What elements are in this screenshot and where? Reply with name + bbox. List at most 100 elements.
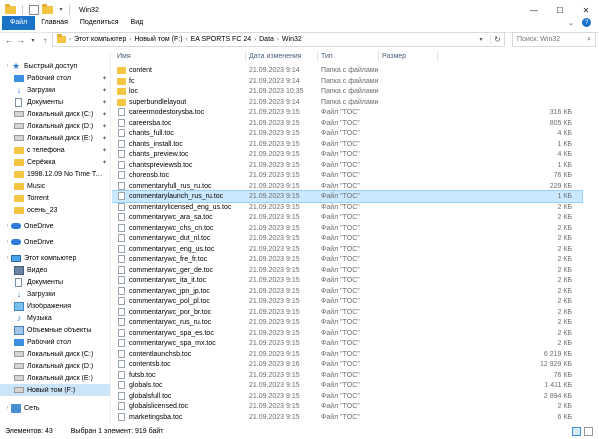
file-row[interactable]: commentarywc_fre_fr.toc 21.09.2023 9:15 Фа…: [112, 254, 582, 265]
column-header-date[interactable]: Дата изменения: [249, 53, 302, 60]
tab-home[interactable]: Главная: [35, 16, 74, 30]
column-divider[interactable]: [245, 51, 246, 62]
nav-item[interactable]: Видео: [0, 264, 110, 276]
file-row[interactable]: commentarywc_ara_sa.toc 21.09.2023 9:15 Фа…: [112, 212, 582, 223]
tab-view[interactable]: Вид: [125, 16, 150, 30]
file-row[interactable]: fc 21.09.2023 9:14 Папка с файлами: [112, 76, 582, 87]
expand-chevron-icon[interactable]: ›: [4, 63, 11, 69]
breadcrumb-drive-f[interactable]: Новый том (F:): [134, 36, 182, 43]
nav-item[interactable]: › Этот компьютер: [0, 252, 110, 264]
file-row[interactable]: globals.toc 21.09.2023 9:15 Файл "TOC" 1 41…: [112, 380, 582, 391]
nav-item[interactable]: ↓ Загрузки: [0, 288, 110, 300]
file-row[interactable]: commentarywc_jpn_jp.toc 21.09.2023 9:15 Фа…: [112, 286, 582, 297]
file-row[interactable]: globalsfull.toc 21.09.2023 9:15 Файл "TOC"…: [112, 391, 582, 402]
nav-item[interactable]: Локальный диск (C:): [0, 348, 110, 360]
breadcrumb-this-pc[interactable]: Этот компьютер: [74, 36, 126, 43]
file-row[interactable]: chants_full.toc 21.09.2023 9:15 Файл "TOC"…: [112, 128, 582, 139]
back-arrow-icon[interactable]: ←: [3, 33, 15, 47]
breadcrumb-win32[interactable]: Win32: [282, 36, 302, 43]
nav-item[interactable]: Изображения: [0, 300, 110, 312]
column-divider[interactable]: [378, 51, 379, 62]
breadcrumb-separator[interactable]: ›: [186, 37, 188, 43]
file-row[interactable]: commentaryfull_rus_ru.toc 21.09.2023 9:15…: [112, 181, 582, 192]
address-bar[interactable]: › Этот компьютер › Новый том (F:) › EA S…: [52, 32, 505, 47]
file-row[interactable]: commentarywc_ita_it.toc 21.09.2023 9:15 Фа…: [112, 275, 582, 286]
breadcrumb-separator[interactable]: ›: [277, 37, 279, 43]
file-row[interactable]: choreosb.toc 21.09.2023 9:15 Файл "TOC" 76 …: [112, 170, 582, 181]
nav-item[interactable]: › Сеть: [0, 402, 110, 414]
file-row[interactable]: commentarylicensed_eng_us.toc 21.09.2023 …: [112, 202, 582, 213]
nav-item[interactable]: осень_23: [0, 204, 110, 216]
search-box[interactable]: Поиск: Win32 ⌕: [512, 32, 596, 47]
column-divider[interactable]: [437, 51, 438, 62]
file-row[interactable]: futsb.toc 21.09.2023 9:15 Файл "TOC" 76 КБ: [112, 370, 582, 381]
nav-item[interactable]: Рабочий стол ✦: [0, 72, 110, 84]
breadcrumb-separator[interactable]: ›: [129, 37, 131, 43]
file-row[interactable]: commentarywc_spa_mx.toc 21.09.2023 9:15 Фа…: [112, 338, 582, 349]
file-row[interactable]: commentarywc_eng_us.toc 21.09.2023 9:15 Фа…: [112, 244, 582, 255]
recent-locations-icon[interactable]: ▾: [27, 33, 39, 47]
nav-item[interactable]: с телефона ✦: [0, 144, 110, 156]
file-row[interactable]: commentarywc_por_br.toc 21.09.2023 9:15 Фа…: [112, 307, 582, 318]
nav-item[interactable]: Серёжка ✦: [0, 156, 110, 168]
forward-arrow-icon[interactable]: →: [15, 33, 27, 47]
file-row[interactable]: commentarywc_dut_nl.toc 21.09.2023 9:15 Фа…: [112, 233, 582, 244]
address-history-chevron-icon[interactable]: ▾: [475, 36, 487, 43]
help-icon[interactable]: ?: [582, 18, 591, 27]
file-row[interactable]: superbundlelayout 21.09.2023 9:14 Папка с …: [112, 97, 582, 108]
file-row[interactable]: content 21.09.2023 9:14 Папка с файлами: [112, 65, 582, 76]
nav-item[interactable]: Документы ✦: [0, 96, 110, 108]
expand-chevron-icon[interactable]: ›: [4, 239, 11, 245]
file-row[interactable]: marketingsba.toc 21.09.2023 9:15 Файл "TOC…: [112, 412, 582, 423]
file-row[interactable]: careermodestorysba.toc 21.09.2023 9:15 Фай…: [112, 107, 582, 118]
nav-item[interactable]: Torrent: [0, 192, 110, 204]
nav-item[interactable]: 1998.12.09 No Time To Chill Lir: [0, 168, 110, 180]
nav-item[interactable]: Документы: [0, 276, 110, 288]
breadcrumb-separator[interactable]: ›: [254, 37, 256, 43]
expand-ribbon-icon[interactable]: ⌄: [568, 19, 574, 27]
details-view-icon[interactable]: [572, 427, 581, 436]
tab-file[interactable]: Файл: [2, 15, 36, 30]
column-divider[interactable]: [317, 51, 318, 62]
nav-item[interactable]: ↓ Загрузки ✦: [0, 84, 110, 96]
refresh-icon[interactable]: ↻: [490, 35, 504, 44]
breadcrumb-data[interactable]: Data: [259, 36, 274, 43]
pane-divider[interactable]: [110, 52, 111, 424]
file-row[interactable]: commentarywc_pol_pl.toc 21.09.2023 9:15 Фа…: [112, 296, 582, 307]
expand-chevron-icon[interactable]: ›: [4, 255, 11, 261]
nav-item[interactable]: › OneDrive: [0, 236, 110, 248]
column-header-name[interactable]: Имя: [117, 53, 131, 60]
large-icons-view-icon[interactable]: [584, 427, 593, 436]
nav-item[interactable]: Локальный диск (D:): [0, 360, 110, 372]
nav-item[interactable]: Объемные объекты: [0, 324, 110, 336]
nav-item[interactable]: Локальный диск (E:): [0, 372, 110, 384]
nav-item[interactable]: › ★ Быстрый доступ: [0, 60, 110, 72]
file-row[interactable]: commentarywc_rus_ru.toc 21.09.2023 9:15 Фа…: [112, 317, 582, 328]
file-row[interactable]: commentarylaunch_rus_ru.toc 21.09.2023 9:…: [112, 190, 583, 203]
nav-item[interactable]: Новый том (F:): [0, 384, 110, 396]
tab-share[interactable]: Поделиться: [74, 16, 125, 30]
expand-chevron-icon[interactable]: ›: [4, 223, 11, 229]
file-row[interactable]: commentarywc_chs_cn.toc 21.09.2023 9:15 Фа…: [112, 223, 582, 234]
file-row[interactable]: globalslicensed.toc 21.09.2023 9:15 Файл "…: [112, 401, 582, 412]
file-row[interactable]: contentsb.toc 21.09.2023 9:16 Файл "TOC" 12…: [112, 359, 582, 370]
nav-item[interactable]: Локальный диск (E:) ✦: [0, 132, 110, 144]
nav-item[interactable]: Рабочий стол: [0, 336, 110, 348]
expand-chevron-icon[interactable]: ›: [4, 405, 11, 411]
file-row[interactable]: chants_install.toc 21.09.2023 9:15 Файл "T…: [112, 139, 582, 150]
nav-item[interactable]: › OneDrive: [0, 220, 110, 232]
breadcrumb-ea-sports-fc-24[interactable]: EA SPORTS FC 24: [191, 36, 252, 43]
nav-item[interactable]: Локальный диск (C:) ✦: [0, 108, 110, 120]
file-row[interactable]: commentarywc_ger_de.toc 21.09.2023 9:15 Фа…: [112, 265, 582, 276]
column-header-size[interactable]: Размер: [382, 53, 406, 60]
nav-item[interactable]: Локальный диск (D:) ✦: [0, 120, 110, 132]
up-arrow-icon[interactable]: ↑: [39, 33, 51, 47]
column-header-type[interactable]: Тип: [321, 53, 333, 60]
file-row[interactable]: chants_preview.toc 21.09.2023 9:15 Файл "T…: [112, 149, 582, 160]
file-row[interactable]: chantspreviewsb.toc 21.09.2023 9:15 Файл "…: [112, 160, 582, 171]
file-row[interactable]: careersba.toc 21.09.2023 9:15 Файл "TOC" 80…: [112, 118, 582, 129]
file-row[interactable]: commentarywc_spa_es.toc 21.09.2023 9:15 Фа…: [112, 328, 582, 339]
file-row[interactable]: contentlaunchsb.toc 21.09.2023 9:15 Файл "…: [112, 349, 582, 360]
file-row[interactable]: loc 21.09.2023 10:35 Папка с файлами: [112, 86, 582, 97]
nav-item[interactable]: Music: [0, 180, 110, 192]
